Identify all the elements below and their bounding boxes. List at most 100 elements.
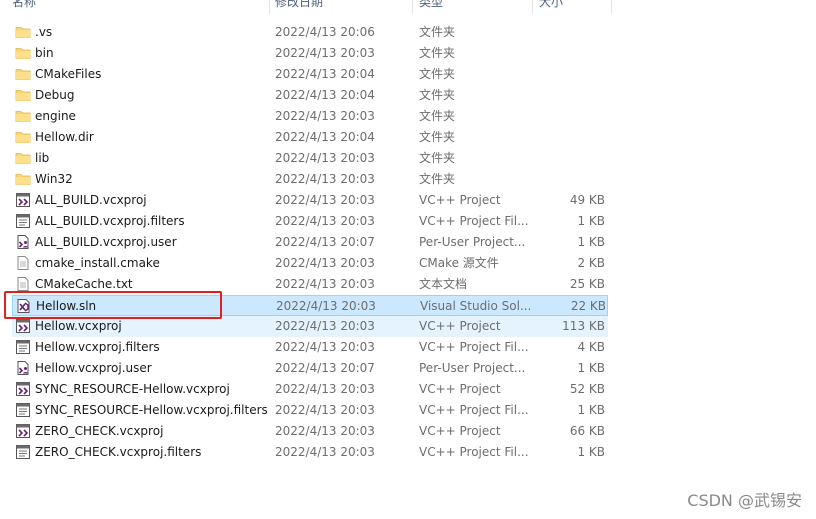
file-name: engine xyxy=(35,109,76,123)
folder-icon xyxy=(15,150,31,166)
vcxproj-icon xyxy=(15,318,31,334)
file-date: 2022/4/13 20:07 xyxy=(275,361,375,375)
user-file-icon xyxy=(15,234,31,250)
file-size: 2 KB xyxy=(577,256,605,270)
file-name: CMakeFiles xyxy=(35,67,102,81)
file-date: 2022/4/13 20:03 xyxy=(275,445,375,459)
file-name: ZERO_CHECK.vcxproj.filters xyxy=(35,445,202,459)
column-divider[interactable] xyxy=(412,0,413,14)
file-row[interactable]: ALL_BUILD.vcxproj 2022/4/13 20:03 VC++ Pro… xyxy=(12,190,608,211)
column-header-name[interactable]: 名称 xyxy=(12,0,36,14)
file-date: 2022/4/13 20:03 xyxy=(276,299,376,313)
folder-icon xyxy=(15,87,31,103)
file-row[interactable]: lib 2022/4/13 20:03 文件夹 xyxy=(12,148,608,169)
file-date: 2022/4/13 20:04 xyxy=(275,67,375,81)
vcxproj-icon xyxy=(15,381,31,397)
file-date: 2022/4/13 20:06 xyxy=(275,25,375,39)
file-type: 文本文档 xyxy=(419,277,468,291)
file-type: CMake 源文件 xyxy=(419,256,499,270)
file-type: 文件夹 xyxy=(419,67,456,81)
file-row[interactable]: Hellow.vcxproj.user 2022/4/13 20:07 Per-Us… xyxy=(12,358,608,379)
file-date: 2022/4/13 20:03 xyxy=(275,424,375,438)
file-type: 文件夹 xyxy=(419,25,456,39)
file-row[interactable]: Hellow.vcxproj.filters 2022/4/13 20:03 VC+… xyxy=(12,337,608,358)
file-name: cmake_install.cmake xyxy=(35,256,160,270)
file-row[interactable]: cmake_install.cmake 2022/4/13 20:03 CMake … xyxy=(12,253,608,274)
file-row[interactable]: Win32 2022/4/13 20:03 文件夹 xyxy=(12,169,608,190)
file-row[interactable]: SYNC_RESOURCE-Hellow.vcxproj.filters 2022… xyxy=(12,400,608,421)
folder-icon xyxy=(15,45,31,61)
file-type: Per-User Project... xyxy=(419,235,526,249)
file-name: SYNC_RESOURCE-Hellow.vcxproj xyxy=(35,382,230,396)
file-row[interactable]: Hellow.dir 2022/4/13 20:04 文件夹 xyxy=(12,127,608,148)
file-type: 文件夹 xyxy=(419,130,456,144)
file-row[interactable]: Debug 2022/4/13 20:04 文件夹 xyxy=(12,85,608,106)
vcxproj-icon xyxy=(15,423,31,439)
file-date: 2022/4/13 20:04 xyxy=(275,88,375,102)
file-name: ALL_BUILD.vcxproj.user xyxy=(35,235,177,249)
folder-icon xyxy=(15,129,31,145)
file-date: 2022/4/13 20:03 xyxy=(275,109,375,123)
file-row[interactable]: .vs 2022/4/13 20:06 文件夹 xyxy=(12,22,608,43)
file-type: Visual Studio Sol... xyxy=(420,299,530,313)
file-row[interactable]: ALL_BUILD.vcxproj.user 2022/4/13 20:07 Per… xyxy=(12,232,608,253)
file-date: 2022/4/13 20:03 xyxy=(275,172,375,186)
file-date: 2022/4/13 20:04 xyxy=(275,130,375,144)
column-header-date[interactable]: 修改日期 xyxy=(275,0,323,14)
file-row[interactable]: ZERO_CHECK.vcxproj.filters 2022/4/13 20:0… xyxy=(12,442,608,463)
file-size: 1 KB xyxy=(577,403,605,417)
file-size xyxy=(532,85,605,106)
file-row[interactable]: engine 2022/4/13 20:03 文件夹 xyxy=(12,106,608,127)
folder-icon xyxy=(15,171,31,187)
column-divider[interactable] xyxy=(611,0,612,14)
column-header-type[interactable]: 类型 xyxy=(419,0,443,14)
file-date: 2022/4/13 20:03 xyxy=(275,214,375,228)
file-row[interactable]: CMakeFiles 2022/4/13 20:04 文件夹 xyxy=(12,64,608,85)
file-name: ZERO_CHECK.vcxproj xyxy=(35,424,164,438)
file-size: 1 KB xyxy=(577,214,605,228)
file-name: Hellow.vcxproj.filters xyxy=(35,340,160,354)
file-name: lib xyxy=(35,151,50,165)
file-name: ALL_BUILD.vcxproj xyxy=(35,193,147,207)
file-date: 2022/4/13 20:03 xyxy=(275,340,375,354)
file-type: 文件夹 xyxy=(419,46,456,60)
column-divider[interactable] xyxy=(532,0,533,14)
user-file-icon xyxy=(15,360,31,376)
watermark: CSDN @武锡安 xyxy=(687,491,802,510)
file-date: 2022/4/13 20:03 xyxy=(275,256,375,270)
file-size: 52 KB xyxy=(569,382,605,396)
file-size xyxy=(532,64,605,85)
file-type: VC++ Project Fil... xyxy=(419,445,529,459)
file-size: 1 KB xyxy=(577,361,605,375)
file-name: Win32 xyxy=(35,172,73,186)
file-size: 25 KB xyxy=(569,277,605,291)
column-header-bar: 名称 修改日期 类型 大小 xyxy=(0,0,612,14)
file-row[interactable]: SYNC_RESOURCE-Hellow.vcxproj 2022/4/13 20… xyxy=(12,379,608,400)
file-type: 文件夹 xyxy=(419,151,456,165)
file-row[interactable]: bin 2022/4/13 20:03 文件夹 xyxy=(12,43,608,64)
file-type: VC++ Project xyxy=(419,319,501,333)
file-type: VC++ Project xyxy=(419,382,501,396)
file-name: bin xyxy=(35,46,54,60)
file-row[interactable]: ALL_BUILD.vcxproj.filters 2022/4/13 20:03… xyxy=(12,211,608,232)
column-header-size[interactable]: 大小 xyxy=(539,0,563,14)
column-divider[interactable] xyxy=(269,0,270,14)
file-date: 2022/4/13 20:07 xyxy=(275,235,375,249)
text-file-icon xyxy=(15,255,31,271)
file-size: 49 KB xyxy=(569,193,605,207)
file-row[interactable]: Hellow.vcxproj 2022/4/13 20:03 VC++ Projec… xyxy=(12,316,608,337)
file-name: Hellow.vcxproj.user xyxy=(35,361,152,375)
file-type: VC++ Project xyxy=(419,193,501,207)
file-row[interactable]: ZERO_CHECK.vcxproj 2022/4/13 20:03 VC++ Pr… xyxy=(12,421,608,442)
file-size: 113 KB xyxy=(562,319,605,333)
text-file-icon xyxy=(15,276,31,292)
file-type: 文件夹 xyxy=(419,88,456,102)
file-date: 2022/4/13 20:03 xyxy=(275,277,375,291)
filters-icon xyxy=(15,402,31,418)
file-type: VC++ Project Fil... xyxy=(419,214,529,228)
file-size xyxy=(532,127,605,148)
file-date: 2022/4/13 20:03 xyxy=(275,319,375,333)
file-name: Hellow.dir xyxy=(35,130,94,144)
annotation-highlight-box xyxy=(4,291,222,319)
file-size xyxy=(532,169,605,190)
